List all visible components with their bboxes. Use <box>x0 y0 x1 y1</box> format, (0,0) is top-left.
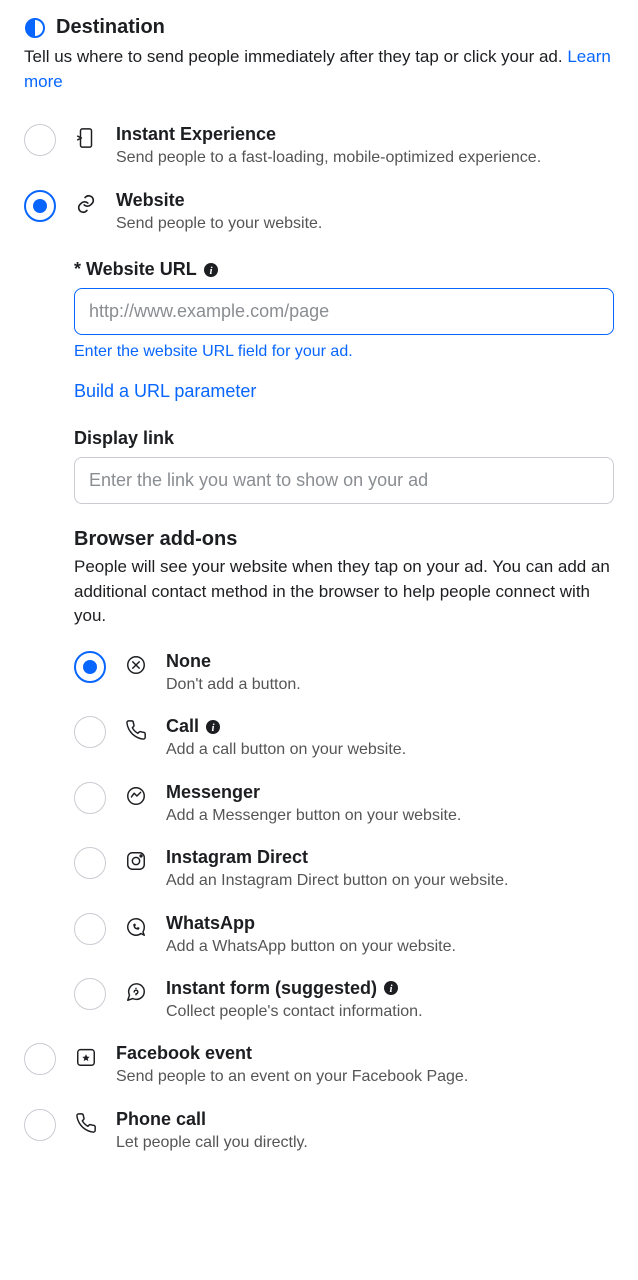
browser-addons-desc: People will see your website when they t… <box>74 555 614 629</box>
radio-facebook-event[interactable] <box>24 1043 56 1075</box>
radio-addon-none[interactable] <box>74 651 106 683</box>
option-sub: Send people to an event on your Facebook… <box>116 1066 614 1088</box>
instant-experience-icon <box>74 124 98 149</box>
link-icon <box>74 190 98 215</box>
website-url-label: * Website URL <box>74 259 197 280</box>
option-title: None <box>166 651 614 672</box>
option-sub: Send people to a fast-loading, mobile-op… <box>116 147 614 169</box>
option-title: Facebook event <box>116 1043 614 1064</box>
form-icon <box>124 978 148 1003</box>
phone-icon <box>124 716 148 741</box>
radio-addon-instant-form[interactable] <box>74 978 106 1010</box>
radio-addon-call[interactable] <box>74 716 106 748</box>
option-title: Instagram Direct <box>166 847 614 868</box>
option-title: Messenger <box>166 782 614 803</box>
option-title: Instant form (suggested) <box>166 978 377 999</box>
radio-addon-whatsapp[interactable] <box>74 913 106 945</box>
whatsapp-icon <box>124 913 148 938</box>
messenger-icon <box>124 782 148 807</box>
option-sub: Send people to your website. <box>116 213 614 235</box>
event-icon <box>74 1043 98 1068</box>
browser-addons-title: Browser add-ons <box>74 528 614 551</box>
option-sub: Add an Instagram Direct button on your w… <box>166 870 614 892</box>
option-title: WhatsApp <box>166 913 614 934</box>
section-description: Tell us where to send people immediately… <box>24 45 614 94</box>
phone-icon <box>74 1109 98 1134</box>
build-url-parameter-link[interactable]: Build a URL parameter <box>74 381 614 402</box>
info-icon[interactable]: i <box>383 980 399 996</box>
option-sub: Add a call button on your website. <box>166 739 614 761</box>
instagram-icon <box>124 847 148 872</box>
radio-addon-messenger[interactable] <box>74 782 106 814</box>
radio-addon-instagram[interactable] <box>74 847 106 879</box>
option-sub: Don't add a button. <box>166 674 614 696</box>
none-icon <box>124 651 148 676</box>
option-sub: Collect people's contact information. <box>166 1001 614 1023</box>
website-url-input[interactable] <box>74 288 614 335</box>
option-sub: Add a Messenger button on your website. <box>166 805 614 827</box>
radio-instant-experience[interactable] <box>24 124 56 156</box>
display-link-label: Display link <box>74 428 174 449</box>
option-sub: Add a WhatsApp button on your website. <box>166 936 614 958</box>
option-title: Instant Experience <box>116 124 614 145</box>
section-title: Destination <box>56 16 165 39</box>
option-sub: Let people call you directly. <box>116 1132 614 1154</box>
website-url-helper: Enter the website URL field for your ad. <box>74 343 614 361</box>
radio-website[interactable] <box>24 190 56 222</box>
display-link-input[interactable] <box>74 457 614 504</box>
radio-phone-call[interactable] <box>24 1109 56 1141</box>
option-title: Phone call <box>116 1109 614 1130</box>
info-icon[interactable]: i <box>203 262 219 278</box>
option-title: Website <box>116 190 614 211</box>
option-title: Call <box>166 716 199 737</box>
info-icon[interactable]: i <box>205 719 221 735</box>
destination-icon <box>24 17 46 39</box>
